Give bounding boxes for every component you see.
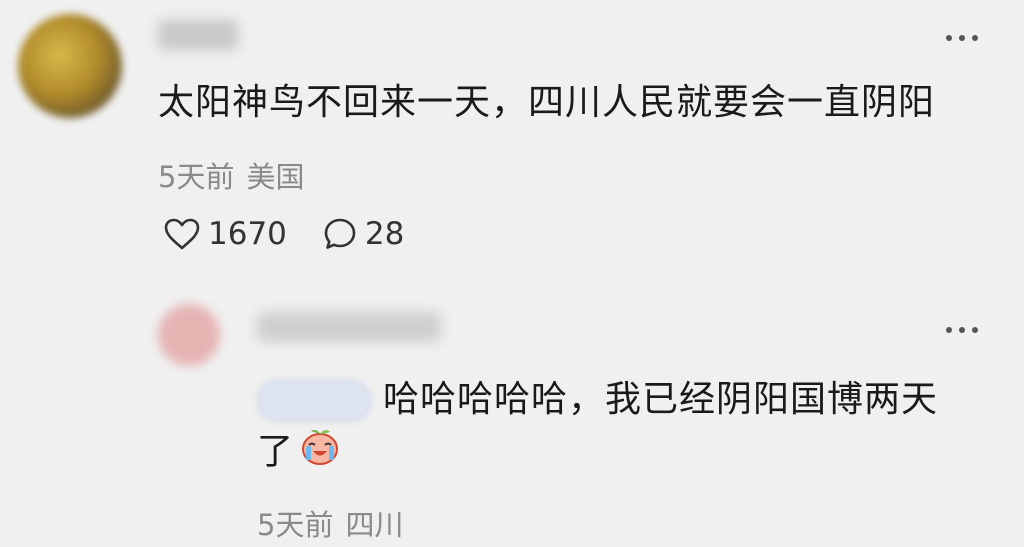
comment-meta: 5天前 美国: [158, 154, 304, 196]
comment-time: 5天前: [158, 160, 235, 194]
author-name-blurred[interactable]: 用户: [158, 20, 238, 50]
reply-avatar[interactable]: [158, 304, 220, 366]
more-icon[interactable]: [946, 30, 986, 46]
comment-text: 太阳神鸟不回来一天，四川人民就要会一直阴阳: [158, 82, 936, 123]
mention-tag-blurred[interactable]: @: [257, 380, 371, 422]
reply-count: 28: [364, 216, 405, 252]
reply-location: 四川: [345, 508, 404, 542]
reply-meta: 5天前 四川: [257, 502, 403, 544]
comment-location: 美国: [246, 160, 305, 194]
avatar[interactable]: [18, 14, 122, 118]
like-button[interactable]: 1670: [164, 216, 287, 252]
crying-laughing-peach-emoji: [298, 426, 342, 481]
reply-text-block: @哈哈哈哈哈，我已经阴阳国博两天了: [257, 374, 957, 481]
reply-time: 5天前: [257, 508, 334, 542]
reply-author-name-blurred[interactable]: 用户: [257, 312, 441, 342]
comment-thread: 用户 太阳神鸟不回来一天，四川人民就要会一直阴阳 5天前 美国 1670 28 …: [0, 0, 1024, 547]
heart-icon: [164, 218, 200, 250]
reply-button[interactable]: 28: [323, 216, 404, 252]
comment-stats: 1670 28: [164, 216, 440, 252]
like-count: 1670: [208, 216, 287, 252]
comment-bubble-icon: [324, 218, 356, 249]
reply-more-icon[interactable]: [946, 322, 986, 338]
